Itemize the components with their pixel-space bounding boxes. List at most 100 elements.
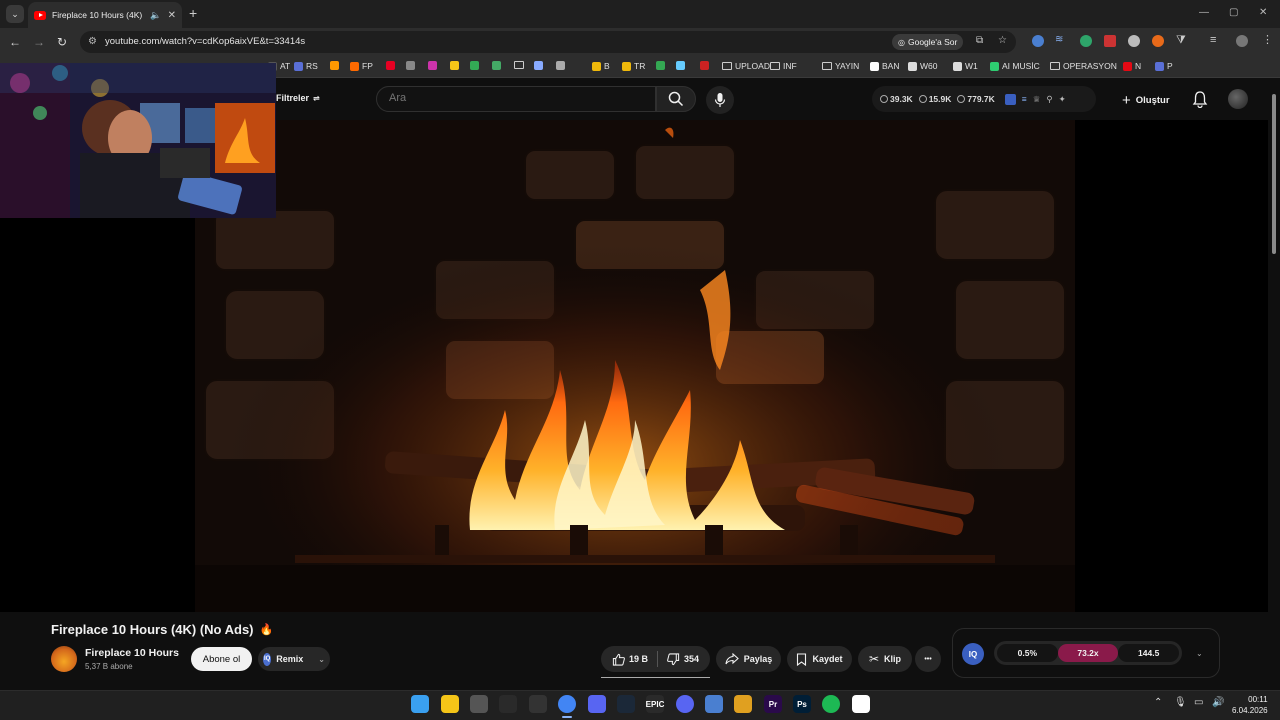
close-window-button[interactable]: ✕ (1259, 7, 1267, 18)
share-button[interactable]: Paylaş (716, 646, 781, 672)
bookmark-item[interactable] (656, 61, 665, 70)
bookmark-item[interactable]: AI MUSİC (990, 61, 1040, 71)
app2-icon[interactable] (705, 695, 723, 713)
bookmark-item[interactable] (386, 61, 395, 70)
more-actions-button[interactable]: ••• (915, 646, 941, 672)
spotify-icon[interactable] (822, 695, 840, 713)
forward-button[interactable]: → (33, 35, 45, 49)
bookmark-item[interactable]: INF (770, 61, 797, 71)
address-bar[interactable]: ⚙ youtube.com/watch?v=cdKop6aixVE&t=3341… (80, 31, 1016, 53)
reload-button[interactable]: ↻ (57, 35, 67, 49)
save-button[interactable]: Kaydet (787, 646, 852, 672)
chevron-down-icon[interactable]: ⌄ (1196, 649, 1203, 658)
show-hidden-icons-icon[interactable]: ⌃ (1154, 697, 1162, 708)
account-avatar[interactable] (1228, 89, 1248, 109)
url-text[interactable]: youtube.com/watch?v=cdKop6aixVE&t=33414s (105, 36, 305, 47)
browser-tab-active[interactable]: Fireplace 10 Hours (4K) (No 🔈 ✕ (28, 2, 182, 28)
obs-icon[interactable] (529, 695, 547, 713)
photoshop-icon[interactable]: Ps (793, 695, 811, 713)
search-box[interactable] (376, 86, 656, 112)
steam-icon[interactable] (617, 695, 635, 713)
bookmark-item[interactable] (492, 61, 501, 70)
app-icon[interactable] (588, 695, 606, 713)
subscribe-button[interactable]: Abone ol (191, 647, 252, 671)
bookmark-item[interactable]: YAYIN (822, 61, 859, 71)
fireplace-video-frame[interactable] (195, 120, 1075, 612)
channel-avatar[interactable] (51, 646, 77, 672)
stats-extension-icon[interactable] (1004, 93, 1016, 105)
browser-menu-icon[interactable]: ⋮ (1262, 33, 1273, 46)
bookmark-item[interactable]: TR (622, 61, 645, 71)
app3-icon[interactable] (734, 695, 752, 713)
back-button[interactable]: ← (9, 35, 21, 49)
metric-outlier[interactable]: 73.2x (1057, 644, 1119, 662)
new-tab-button[interactable]: + (189, 6, 197, 20)
bookmark-item[interactable]: P (1155, 61, 1173, 71)
trophy-icon[interactable]: ♕ (1033, 94, 1041, 105)
bookmark-item[interactable]: B (592, 61, 610, 71)
chevron-down-icon[interactable]: ⌄ (318, 655, 325, 664)
file-explorer-icon[interactable] (441, 695, 459, 713)
extension-2-icon[interactable]: ≋ (1055, 34, 1063, 45)
store-icon[interactable] (470, 695, 488, 713)
bookmark-item[interactable]: FP (350, 61, 373, 71)
volume-icon[interactable]: 🔊 (1212, 697, 1224, 708)
extension-1-icon[interactable] (1032, 35, 1044, 47)
dislike-button[interactable]: 354 (667, 652, 699, 666)
epic-games-icon[interactable]: EPIC (646, 695, 664, 713)
bookmark-item[interactable] (450, 61, 459, 70)
scrollbar-thumb[interactable] (1272, 94, 1276, 254)
rocket-icon[interactable]: ⚲ (1046, 94, 1052, 105)
channel-name[interactable]: Fireplace 10 Hours (85, 647, 179, 659)
bookmark-item[interactable] (330, 61, 339, 70)
bookmark-item[interactable] (470, 61, 479, 70)
bookmark-item[interactable]: RS (294, 61, 318, 71)
list-icon[interactable]: ≡ (1022, 94, 1027, 104)
bookmark-item[interactable]: N (1123, 61, 1141, 71)
system-clock[interactable]: 00:11 6.04.2026 (1232, 694, 1268, 716)
extension-3-icon[interactable] (1080, 35, 1092, 47)
media-controls-icon[interactable]: ≡ (1210, 34, 1216, 46)
bookmark-item[interactable]: W1 (953, 61, 978, 71)
chrome-icon[interactable] (558, 695, 576, 713)
search-button[interactable] (656, 86, 696, 112)
voice-search-button[interactable] (706, 86, 734, 114)
tab-close-icon[interactable]: ✕ (168, 10, 176, 21)
monitor-tray-icon[interactable]: ▭ (1194, 697, 1203, 708)
search-input[interactable] (389, 92, 639, 104)
bookmark-item[interactable] (700, 61, 709, 70)
install-icon[interactable]: ⧉ (976, 35, 983, 46)
google-ask-button[interactable]: ◎ Google'a Sor (892, 34, 964, 50)
speaker-icon[interactable]: 🔈 (150, 10, 161, 21)
extensions-puzzle-icon[interactable]: ⧩ (1176, 34, 1186, 47)
iq-badge-icon[interactable]: IQ (962, 643, 984, 665)
premiere-icon[interactable]: Pr (764, 695, 782, 713)
bookmark-item[interactable]: OPERASYON (1050, 61, 1117, 71)
bookmark-item[interactable] (428, 61, 437, 70)
site-info-icon[interactable]: ⚙ (88, 36, 97, 47)
sparkle-icon[interactable]: ✦ (1059, 94, 1066, 105)
filters-button[interactable]: Filtreler ⇌ (276, 93, 320, 103)
capcut-icon[interactable] (852, 695, 870, 713)
tab-search-button[interactable]: ⌄ (6, 5, 24, 23)
chatgpt-icon[interactable] (499, 695, 517, 713)
like-button[interactable]: 19 B (612, 653, 648, 666)
create-button[interactable]: + Oluştur (1114, 87, 1178, 113)
bookmark-item[interactable]: W60 (908, 61, 937, 71)
discord-icon[interactable] (676, 695, 694, 713)
maximize-button[interactable]: ▢ (1229, 7, 1238, 18)
clip-button[interactable]: ✂ Klip (858, 646, 912, 672)
bookmark-item[interactable] (534, 61, 543, 70)
extension-4-icon[interactable] (1104, 35, 1116, 47)
extension-6-icon[interactable] (1152, 35, 1164, 47)
bookmark-item[interactable] (556, 61, 565, 70)
bookmark-item[interactable] (514, 61, 524, 69)
bookmark-star-icon[interactable]: ☆ (998, 35, 1007, 46)
bookmark-item[interactable] (676, 61, 685, 70)
extension-5-icon[interactable] (1128, 35, 1140, 47)
metric-score[interactable]: 144.5 (1118, 644, 1180, 662)
minimize-button[interactable]: — (1199, 7, 1209, 18)
bookmark-item[interactable] (406, 61, 415, 70)
notifications-bell-icon[interactable] (1192, 90, 1208, 108)
bookmark-item[interactable]: UPLOAD (722, 61, 770, 71)
